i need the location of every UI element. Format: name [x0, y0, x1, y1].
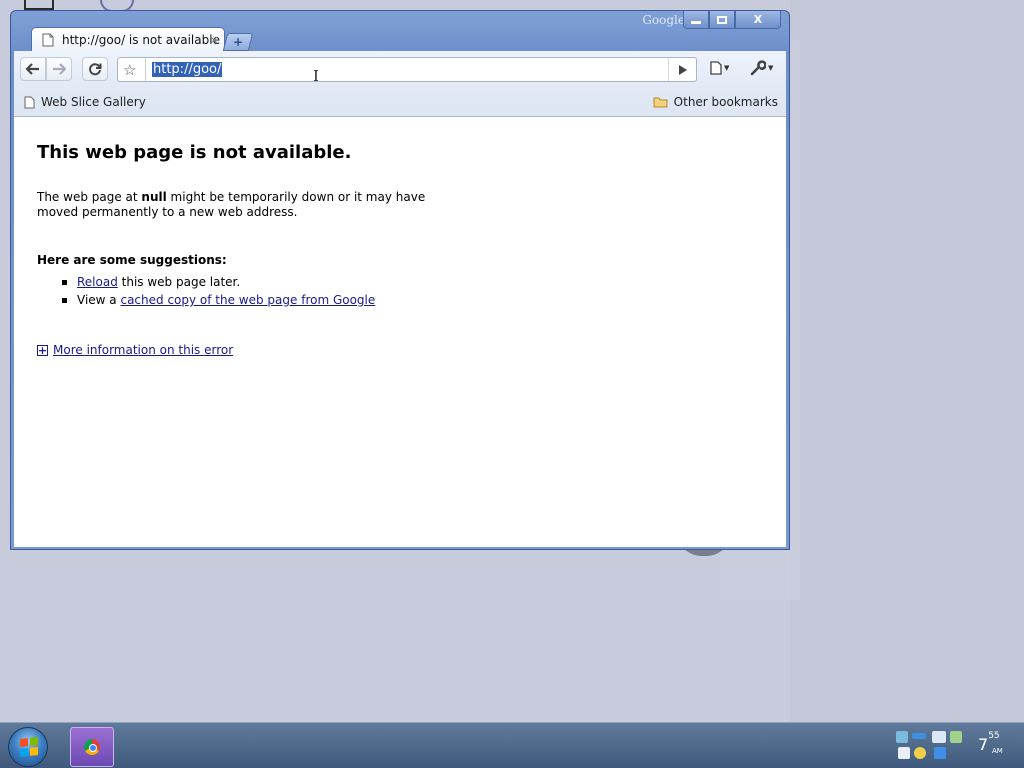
reload-link[interactable]: Reload — [77, 275, 118, 289]
plus-icon: + — [232, 35, 244, 49]
back-button[interactable] — [20, 57, 46, 81]
tab-close-icon[interactable]: × — [209, 33, 219, 47]
maximize-icon — [717, 15, 727, 24]
bookmark-label: Other bookmarks — [673, 95, 778, 109]
forward-button[interactable] — [46, 57, 72, 81]
address-bar[interactable]: ☆ http://goo/ — [117, 57, 697, 82]
desktop-icon-fragment — [24, 0, 54, 10]
list-item: Reload this web page later. — [62, 273, 375, 291]
clock-hour: 7 — [978, 735, 989, 754]
error-desc-text: The web page at — [37, 190, 142, 204]
play-icon — [678, 64, 687, 75]
close-icon: X — [753, 13, 763, 26]
taskbar-bar-icon[interactable] — [912, 733, 926, 739]
bookmark-item-web-slice-gallery[interactable]: Web Slice Gallery — [24, 95, 146, 109]
page-icon — [24, 96, 35, 108]
volume-icon[interactable] — [950, 731, 962, 743]
minimize-icon — [691, 20, 701, 24]
page-menu-icon — [710, 61, 722, 75]
close-window-button[interactable]: X — [735, 11, 781, 29]
minimize-button[interactable] — [683, 11, 709, 29]
clock[interactable]: 755 AM — [978, 731, 1003, 755]
wrench-menu-button[interactable]: ▼ — [750, 60, 773, 76]
taskbar-chrome-button[interactable] — [70, 727, 114, 767]
page-icon — [42, 33, 54, 47]
suggestions-heading: Here are some suggestions: — [37, 253, 227, 267]
reload-icon — [89, 63, 102, 76]
browser-window: Google X http://goo/ is not available × … — [10, 10, 790, 550]
bookmark-label: Web Slice Gallery — [41, 95, 146, 109]
document-icon[interactable] — [898, 747, 910, 759]
chevron-down-icon: ▼ — [768, 64, 774, 72]
windows-logo-icon — [20, 737, 38, 757]
window-controls: X — [683, 11, 781, 29]
suggestion-text: this web page later. — [117, 275, 241, 289]
more-info-toggle[interactable]: + More information on this error — [37, 343, 233, 357]
new-tab-button[interactable]: + — [222, 33, 254, 51]
maximize-button[interactable] — [709, 11, 735, 29]
tab-active[interactable]: http://goo/ is not available × — [31, 27, 225, 52]
tab-title: http://goo/ is not available — [62, 33, 220, 47]
other-bookmarks-button[interactable]: Other bookmarks — [653, 95, 778, 109]
error-description: The web page at null might be temporaril… — [37, 190, 467, 220]
bookmark-star-icon[interactable]: ☆ — [123, 61, 136, 79]
more-info-link[interactable]: More information on this error — [53, 343, 233, 357]
folder-icon — [653, 97, 668, 108]
clock-ampm: AM — [992, 747, 1003, 755]
chrome-icon — [84, 739, 100, 755]
desktop-background-panel — [790, 0, 1024, 722]
error-desc-url: null — [141, 190, 167, 204]
google-brand-label: Google — [642, 13, 685, 27]
list-item: View a cached copy of the web page from … — [62, 291, 375, 309]
chevron-down-icon: ▼ — [724, 64, 730, 72]
expand-plus-icon: + — [37, 343, 48, 357]
suggestion-text: View a — [77, 293, 121, 307]
skype-icon[interactable] — [914, 747, 926, 759]
clock-minutes: 55 — [988, 731, 1000, 741]
reload-button[interactable] — [82, 57, 108, 81]
text-cursor-icon: I — [313, 67, 319, 85]
monitor-icon[interactable] — [932, 731, 946, 743]
bookmarks-bar: Web Slice Gallery Other bookmarks — [14, 87, 786, 117]
app-icon[interactable] — [934, 747, 946, 759]
network-icon[interactable] — [896, 731, 908, 743]
back-arrow-icon — [26, 63, 39, 75]
omnibox-divider — [145, 58, 146, 81]
toolbar: ☆ http://goo/ ▼ ▼ — [14, 51, 786, 87]
url-input[interactable]: http://goo/ — [152, 62, 223, 77]
system-tray — [894, 729, 966, 763]
taskbar: 755 AM — [0, 722, 1024, 768]
wrench-icon — [750, 60, 766, 76]
suggestions-list: Reload this web page later. View a cache… — [62, 273, 375, 309]
forward-arrow-icon — [53, 63, 66, 75]
go-button[interactable] — [668, 58, 696, 81]
start-button[interactable] — [8, 727, 48, 767]
page-menu-button[interactable]: ▼ — [710, 61, 729, 75]
cached-copy-link[interactable]: cached copy of the web page from Google — [120, 293, 375, 307]
page-content: This web page is not available. The web … — [14, 117, 786, 547]
page-title: This web page is not available. — [37, 142, 352, 163]
